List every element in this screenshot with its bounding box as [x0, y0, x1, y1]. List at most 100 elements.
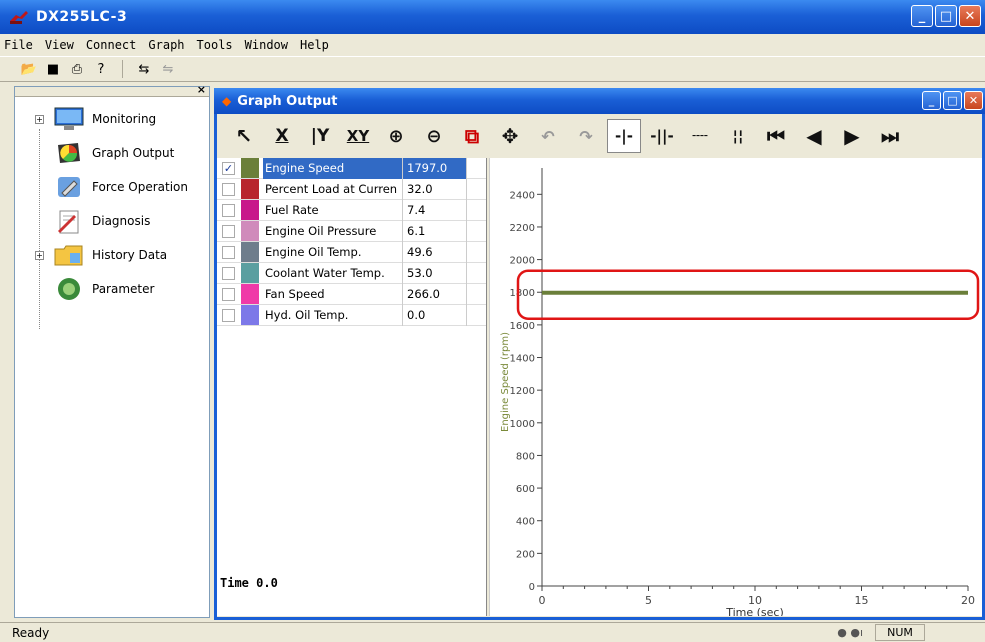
tree-item-parameter[interactable]: Parameter — [35, 273, 154, 305]
save-icon[interactable]: ■ — [44, 60, 62, 78]
signal-checkbox[interactable] — [222, 266, 235, 280]
open-icon[interactable]: 📂 — [20, 60, 38, 78]
menu-tools[interactable]: Tools — [197, 38, 233, 52]
signal-row[interactable]: Fuel Rate 7.4 — [217, 199, 486, 221]
menu-graph[interactable]: Graph — [148, 38, 184, 52]
menu-help[interactable]: Help — [300, 38, 329, 52]
tree-item-monitoring[interactable]: + Monitoring — [35, 103, 156, 135]
signal-color-swatch — [241, 284, 259, 304]
expand-icon[interactable]: + — [35, 114, 44, 124]
undo-icon[interactable]: ↶ — [531, 119, 565, 153]
signal-name: Fan Speed — [263, 283, 403, 305]
pan-icon[interactable]: ✥ — [493, 119, 527, 153]
main-toolbar: 📂 ■ ⎙ ? ⇆ ⇋ — [0, 56, 985, 82]
signal-checkbox[interactable] — [222, 245, 235, 259]
panel-close-icon[interactable]: × — [197, 83, 206, 96]
diagnosis-icon — [58, 210, 79, 234]
graph-minimize-button[interactable]: _ — [922, 91, 941, 110]
signal-row[interactable]: Engine Oil Temp. 49.6 — [217, 241, 486, 263]
panel-header: × — [15, 83, 209, 97]
signal-checkbox[interactable]: ✓ — [222, 161, 235, 175]
tree-item-force-operation[interactable]: Force Operation — [35, 171, 188, 203]
menu-file[interactable]: File — [4, 38, 33, 52]
fit-icon[interactable]: ⧉ — [455, 119, 489, 153]
cursor-single-icon[interactable]: -|- — [607, 119, 641, 153]
next-icon[interactable]: ▶ — [835, 119, 869, 153]
y-tick-label: 0 — [529, 582, 535, 593]
disconnect-icon[interactable]: ⇋ — [159, 60, 177, 78]
minimize-button[interactable]: _ — [911, 5, 933, 27]
y-tick-label: 2200 — [510, 223, 535, 234]
signal-row[interactable]: Percent Load at Curren 32.0 — [217, 178, 486, 200]
time-readout: Time 0.0 — [220, 576, 278, 590]
last-icon[interactable]: ⏭ — [873, 119, 907, 153]
first-icon[interactable]: ⏮ — [759, 119, 793, 153]
engine-speed-chart[interactable]: 0200400600800100012001400160018002000220… — [490, 158, 983, 616]
graph-close-button[interactable]: ✕ — [964, 91, 983, 110]
graph-output-window: ◆ Graph Output _ □ ✕ ↖ X |Y XY ⊕ ⊖ ⧉ ✥ ↶… — [214, 88, 985, 620]
tree-item-diagnosis[interactable]: Diagnosis — [35, 205, 150, 237]
zoom-out-icon[interactable]: ⊖ — [417, 119, 451, 153]
help-icon[interactable]: ? — [92, 60, 110, 78]
tree-item-history-data[interactable]: + History Data — [35, 239, 167, 271]
signal-value: 53.0 — [403, 262, 467, 284]
signal-row[interactable]: Fan Speed 266.0 — [217, 283, 486, 305]
maximize-icon: □ — [947, 94, 958, 107]
pointer-icon[interactable]: ↖ — [227, 119, 261, 153]
signal-value: 0.0 — [403, 304, 467, 326]
signal-checkbox[interactable] — [222, 203, 235, 217]
parameter-icon — [58, 278, 80, 300]
y-tick-label: 2400 — [510, 190, 535, 201]
y-axis-zoom-icon[interactable]: |Y — [303, 119, 337, 153]
signal-value: 32.0 — [403, 178, 467, 200]
x-axis-label: Time (sec) — [725, 606, 784, 616]
highlight-box — [516, 269, 980, 320]
maximize-button[interactable]: □ — [935, 5, 957, 27]
y-axis-label: Engine Speed (rpm) — [500, 332, 511, 432]
signal-color-swatch — [241, 179, 259, 199]
vertical-lines-icon[interactable]: ¦¦ — [721, 119, 755, 153]
tree-item-graph-output[interactable]: Graph Output — [35, 137, 174, 169]
y-tick-label: 1600 — [510, 321, 535, 332]
signal-checkbox[interactable] — [222, 308, 235, 322]
minimize-icon: _ — [918, 8, 926, 24]
cursor-double-icon[interactable]: -||- — [645, 119, 679, 153]
menu-window[interactable]: Window — [245, 38, 288, 52]
chart-pane[interactable]: 0 200 400 600 800 1000 1200 1400 1600 1800 2000 220… — [489, 158, 982, 616]
menu-view[interactable]: View — [45, 38, 74, 52]
maximize-icon: □ — [939, 8, 953, 24]
x-axis-zoom-icon[interactable]: X — [265, 119, 299, 153]
menu-connect[interactable]: Connect — [86, 38, 137, 52]
signal-row[interactable]: ✓ Engine Speed 1797.0 — [217, 157, 486, 179]
graph-icon — [58, 143, 80, 163]
signal-checkbox[interactable] — [222, 287, 235, 301]
x-tick-label: 5 — [645, 594, 652, 607]
graph-maximize-button[interactable]: □ — [943, 91, 962, 110]
y-tick-label: 2000 — [510, 256, 535, 267]
connect-icon[interactable]: ⇆ — [135, 60, 153, 78]
tree-label: History Data — [92, 248, 168, 262]
redo-icon[interactable]: ↷ — [569, 119, 603, 153]
signal-row[interactable]: Hyd. Oil Temp. 0.0 — [217, 304, 486, 326]
xy-zoom-icon[interactable]: XY — [341, 119, 375, 153]
previous-icon[interactable]: ◀ — [797, 119, 831, 153]
signal-row[interactable]: Engine Oil Pressure 6.1 — [217, 220, 486, 242]
status-bar: Ready ● ●ı NUM — [0, 622, 985, 642]
signal-checkbox[interactable] — [222, 182, 235, 196]
horizontal-lines-icon[interactable]: ╌╌ — [683, 119, 717, 153]
print-icon[interactable]: ⎙ — [68, 60, 86, 78]
close-button[interactable]: ✕ — [959, 5, 981, 27]
signal-value: 7.4 — [403, 199, 467, 221]
graph-toolbar: ↖ X |Y XY ⊕ ⊖ ⧉ ✥ ↶ ↷ -|- -||- ╌╌ ¦¦ ⏮ ◀… — [217, 114, 982, 158]
expand-icon[interactable]: + — [35, 250, 44, 260]
signal-name: Engine Speed — [263, 157, 403, 179]
signal-name: Percent Load at Curren — [263, 178, 403, 200]
tree-label: Parameter — [92, 282, 155, 296]
signal-value: 6.1 — [403, 220, 467, 242]
signal-color-swatch — [241, 305, 259, 325]
signal-color-swatch — [241, 221, 259, 241]
signal-checkbox[interactable] — [222, 224, 235, 238]
signal-row[interactable]: Coolant Water Temp. 53.0 — [217, 262, 486, 284]
zoom-in-icon[interactable]: ⊕ — [379, 119, 413, 153]
x-tick-label: 15 — [855, 594, 869, 607]
